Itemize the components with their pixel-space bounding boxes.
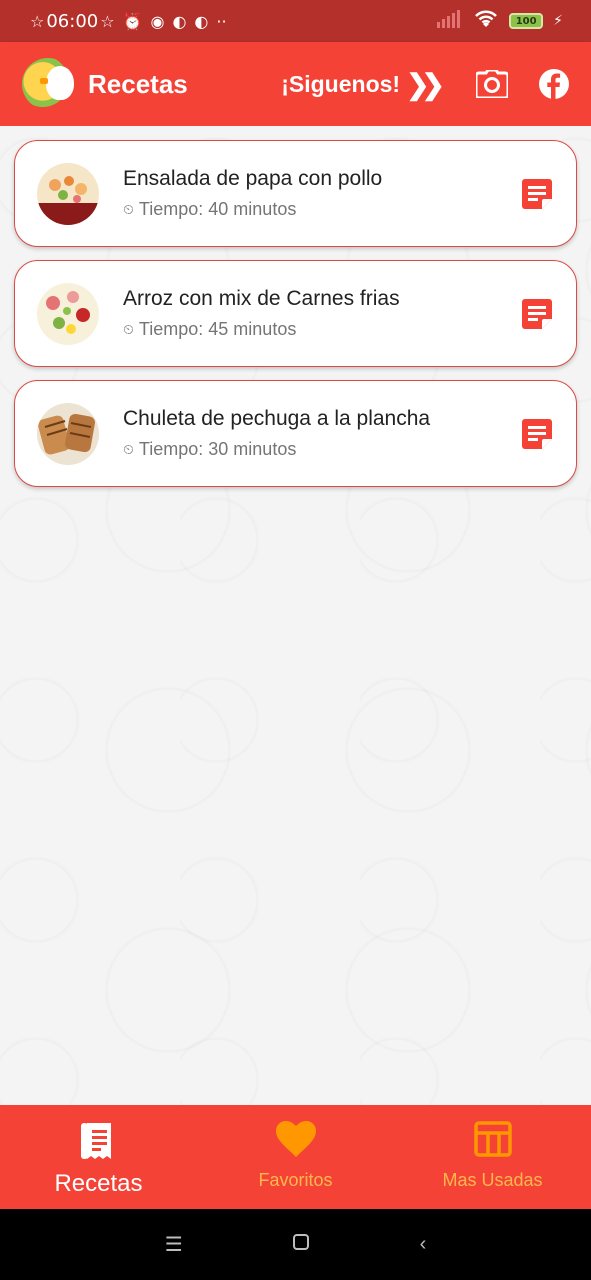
recipe-thumbnail — [37, 282, 99, 345]
recipe-time: ⏲ Tiempo: 45 minutos — [123, 319, 400, 340]
recipe-card[interactable]: Ensalada de papa con pollo ⏲ Tiempo: 40 … — [14, 140, 577, 247]
recipe-time-label: Tiempo: 30 minutos — [138, 439, 297, 459]
star-icon: ☆ — [100, 11, 115, 31]
recipe-time-label: Tiempo: 40 minutos — [138, 199, 297, 219]
recipe-title: Chuleta de pechuga a la plancha — [123, 407, 431, 430]
recipe-text: Arroz con mix de Carnes frias ⏲ Tiempo: … — [123, 287, 400, 340]
app-logo — [22, 58, 74, 110]
charging-icon: ⚡ — [553, 13, 563, 29]
battery-level: 100 — [515, 15, 537, 27]
table-icon — [473, 1121, 512, 1162]
recipe-text: Ensalada de papa con pollo ⏲ Tiempo: 40 … — [123, 167, 382, 220]
signal-icon — [437, 10, 463, 32]
more-icon: ·· — [216, 11, 227, 31]
wifi-icon — [473, 9, 499, 33]
alarm-icon: ⏰ — [122, 11, 143, 31]
nav-item-mas-usadas[interactable]: Mas Usadas — [394, 1105, 591, 1209]
recipe-list: Ensalada de papa con pollo ⏲ Tiempo: 40 … — [0, 126, 591, 1105]
status-right: 100 ⚡ — [437, 9, 563, 33]
recipe-time-label: Tiempo: 45 minutos — [138, 319, 297, 339]
clock-icon: ⏲ — [123, 321, 134, 337]
app-bar: Recetas ¡Siguenos! ❯❯ — [0, 42, 591, 126]
recipe-text: Chuleta de pechuga a la plancha ⏲ Tiempo… — [123, 407, 430, 460]
discord-icon: ◉ — [150, 11, 165, 31]
nav-item-favoritos[interactable]: Favoritos — [197, 1105, 394, 1209]
nav-label: Mas Usadas — [442, 1170, 543, 1190]
app-notification-icon: ◐ — [172, 11, 187, 31]
bottom-nav: Recetas Favoritos Mas Usadas — [0, 1105, 591, 1209]
clock-icon: ⏲ — [123, 441, 134, 457]
battery-icon: 100 — [509, 13, 544, 29]
status-bar: ☆ 06:00 ☆ ⏰ ◉ ◐ ◐ ·· 100 ⚡ — [0, 0, 591, 42]
double-chevron-right-icon: ❯❯ — [406, 68, 445, 100]
nav-label: Favoritos — [258, 1170, 333, 1190]
recipe-note-icon[interactable] — [522, 418, 552, 449]
follow-us-button[interactable]: ¡Siguenos! ❯❯ — [281, 68, 447, 101]
app-notification-icon: ◐ — [194, 11, 209, 31]
recipe-thumbnail — [37, 162, 99, 225]
recipe-note-icon[interactable] — [522, 178, 552, 209]
recipe-title: Ensalada de papa con pollo — [123, 167, 383, 190]
recipe-title: Arroz con mix de Carnes frias — [123, 287, 400, 310]
recipe-card[interactable]: Chuleta de pechuga a la plancha ⏲ Tiempo… — [14, 380, 577, 487]
nav-item-recetas[interactable]: Recetas — [0, 1105, 197, 1209]
system-nav-bar: ☰ ‹ — [0, 1209, 591, 1280]
follow-label: ¡Siguenos! — [281, 70, 401, 97]
recipe-note-icon[interactable] — [522, 298, 552, 329]
status-time: 06:00 — [46, 10, 99, 32]
nav-label: Recetas — [54, 1170, 143, 1197]
recipe-thumbnail — [37, 402, 99, 465]
heart-icon — [275, 1121, 316, 1162]
recipe-time: ⏲ Tiempo: 30 minutos — [123, 439, 430, 460]
status-left: ☆ 06:00 ☆ ⏰ ◉ ◐ ◐ ·· — [30, 11, 227, 32]
home-icon[interactable] — [292, 1233, 310, 1257]
receipt-icon — [80, 1121, 117, 1166]
menu-icon[interactable]: ☰ — [165, 1232, 183, 1257]
camera-icon[interactable] — [475, 67, 509, 101]
facebook-icon[interactable] — [537, 67, 571, 101]
page-title: Recetas — [88, 68, 188, 99]
back-icon[interactable]: ‹ — [420, 1233, 427, 1256]
recipe-time: ⏲ Tiempo: 40 minutos — [123, 199, 382, 220]
clock-icon: ⏲ — [123, 201, 134, 217]
star-icon: ☆ — [30, 11, 45, 31]
recipe-card[interactable]: Arroz con mix de Carnes frias ⏲ Tiempo: … — [14, 260, 577, 367]
